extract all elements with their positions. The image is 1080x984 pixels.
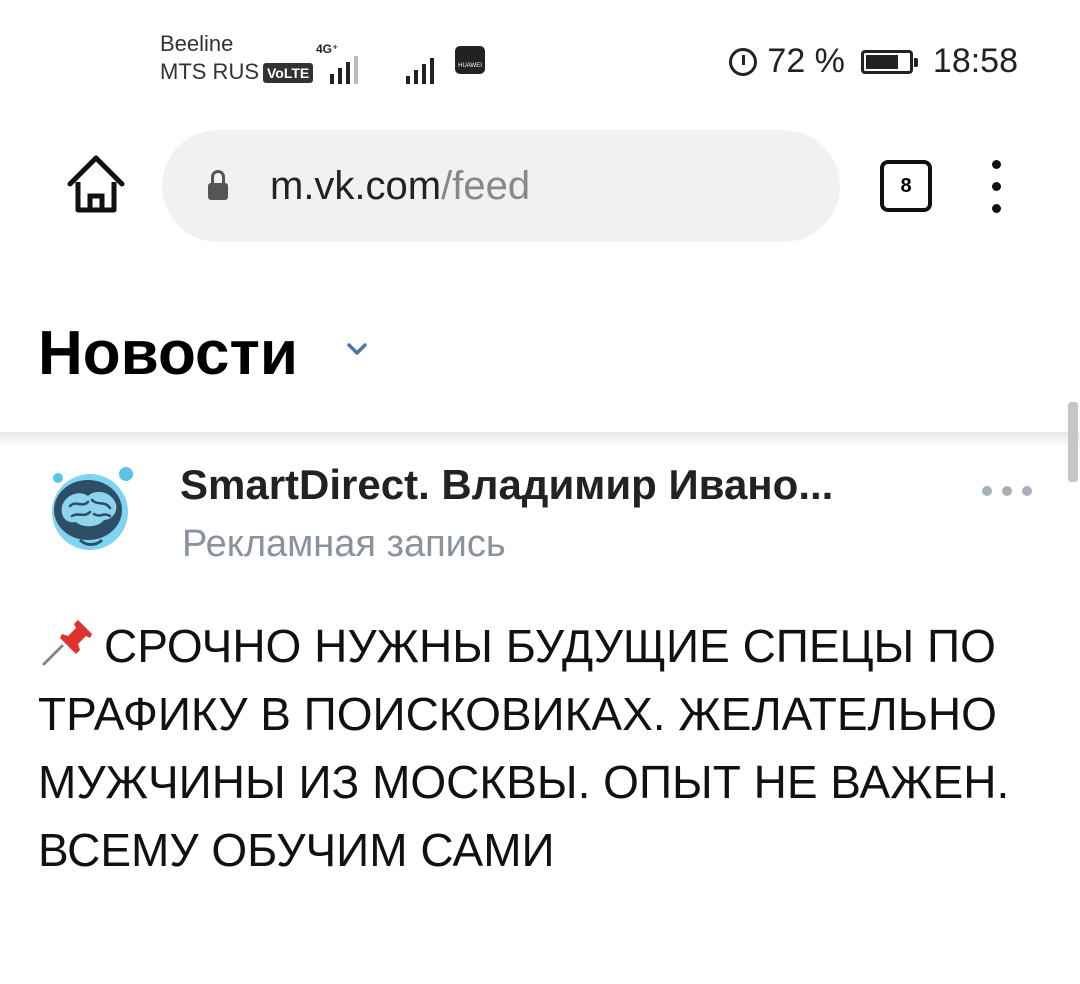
header-divider [0,432,1080,448]
url-path: /feed [441,164,531,208]
chevron-down-icon[interactable] [344,336,370,362]
brain-logo-icon [52,467,133,550]
volte-badge: VoLTE [263,63,314,84]
more-vertical-icon[interactable] [986,160,1006,214]
network-type: 4G⁺ [316,42,339,56]
avatar[interactable] [46,466,136,558]
lock-icon [208,170,228,200]
carrier-1: Beeline [160,31,234,56]
carrier-2: MTS RUS [160,59,259,84]
pushpin-emoji-icon [42,620,92,666]
status-bar: Beeline MTS RUS VoLTE 4G⁺ HUAWEI 72 % 18:… [0,0,1080,110]
scrollbar[interactable] [1068,402,1078,482]
tab-switcher-button[interactable]: 8 [880,160,932,212]
post-text: СРОЧНО НУЖНЫ БУДУЩИЕ СПЕЦЫ ПО ТРАФИКУ В … [38,612,1038,884]
carrier-info: Beeline MTS RUS VoLTE [160,30,314,86]
clock: 18:58 [932,42,1018,80]
address-bar[interactable]: m.vk.com/feed [162,130,840,242]
more-horizontal-icon[interactable] [982,486,1038,498]
alarm-icon [729,47,758,76]
url-text[interactable]: m.vk.com/feed [270,162,530,210]
post-subtitle: Рекламная запись [182,523,506,565]
status-right: 72 % 18:58 [729,42,1018,81]
battery-percent: 72 % [767,42,845,80]
post-text-body: СРОЧНО НУЖНЫ БУДУЩИЕ СПЕЦЫ ПО ТРАФИКУ В … [38,620,1010,876]
huawei-app-icon: HUAWEI [455,46,485,74]
page-title[interactable]: Новости [38,318,298,390]
home-button[interactable] [64,150,128,220]
url-host: m.vk.com [270,164,442,208]
battery-icon [860,49,918,74]
post-author[interactable]: SmartDirect. Владимир Ивано... [180,460,833,510]
home-icon [67,155,125,213]
